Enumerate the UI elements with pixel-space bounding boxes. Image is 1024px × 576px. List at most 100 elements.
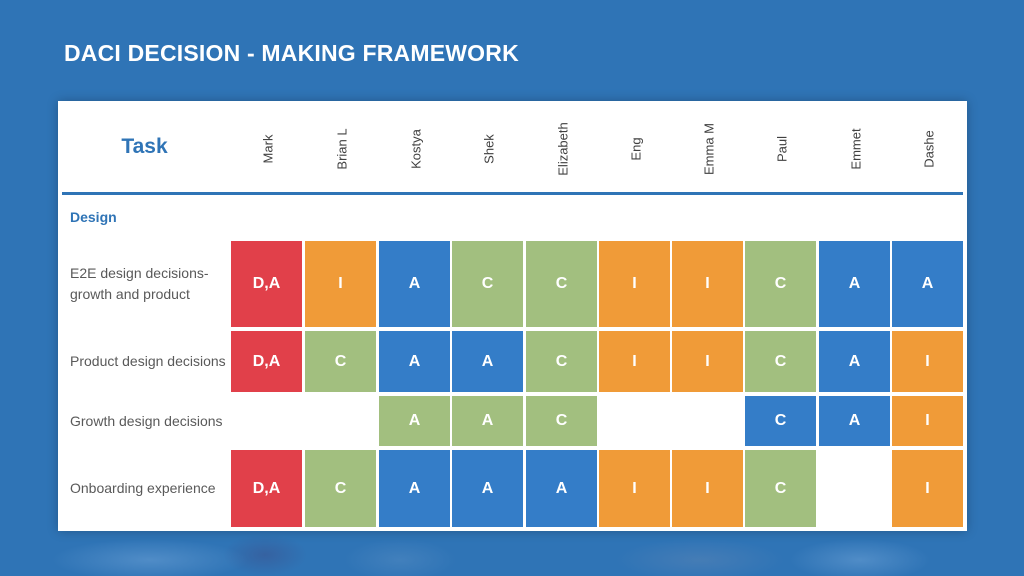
- raci-cell: A: [452, 450, 523, 527]
- person-column-header: Paul: [745, 101, 818, 193]
- raci-cell: I: [599, 241, 670, 327]
- role-label: I: [632, 479, 637, 497]
- role-label: A: [481, 352, 494, 370]
- person-column-header: Emma M: [672, 101, 745, 193]
- role-label: D,A: [252, 275, 281, 292]
- raci-cell: C: [526, 241, 597, 327]
- raci-cell: C: [745, 331, 816, 392]
- role-label: C: [334, 479, 347, 497]
- role-label: I: [338, 275, 343, 292]
- person-column-header: Shek: [452, 101, 525, 193]
- role-label: A: [848, 275, 861, 292]
- raci-cell: I: [305, 241, 376, 327]
- empty-cell: [305, 396, 376, 446]
- raci-cell: A: [379, 331, 450, 392]
- raci-cell: A: [452, 396, 523, 446]
- role-label: A: [848, 412, 861, 429]
- raci-cell: C: [745, 450, 816, 527]
- person-column-header: Elizabeth: [526, 101, 599, 193]
- role-label: C: [774, 479, 787, 497]
- person-column-header: Emmet: [819, 101, 892, 193]
- raci-cell: A: [452, 331, 523, 392]
- role-label: I: [632, 275, 637, 292]
- person-name: Emmet: [848, 128, 863, 170]
- raci-cell: A: [819, 241, 890, 327]
- raci-cell: A: [379, 450, 450, 527]
- role-label: D,A: [252, 352, 281, 370]
- role-label: A: [408, 479, 421, 497]
- person-name: Paul: [774, 135, 789, 163]
- raci-cell: A: [526, 450, 597, 527]
- raci-cell: A: [819, 331, 890, 392]
- role-label: A: [555, 479, 568, 497]
- empty-cell: [231, 396, 302, 446]
- raci-cell: I: [892, 331, 963, 392]
- person-column-header: Mark: [231, 101, 304, 193]
- header-divider: [62, 192, 963, 195]
- person-column-header: Brian L: [305, 101, 378, 193]
- raci-cell: A: [379, 241, 450, 327]
- task-column-header: Task: [121, 135, 168, 158]
- empty-cell: [819, 450, 890, 527]
- role-label: A: [921, 275, 934, 292]
- role-label: A: [848, 352, 861, 370]
- raci-cell: C: [526, 331, 597, 392]
- role-label: A: [408, 412, 421, 429]
- role-label: I: [925, 412, 930, 429]
- role-label: A: [408, 275, 421, 292]
- raci-cell: A: [819, 396, 890, 446]
- raci-cell: D,A: [231, 450, 302, 527]
- raci-cell: I: [599, 331, 670, 392]
- role-label: C: [334, 352, 347, 370]
- role-label: C: [555, 352, 568, 370]
- task-label: Growth design decisions: [70, 412, 223, 429]
- person-name: Mark: [260, 134, 275, 164]
- role-label: C: [774, 412, 787, 429]
- page-title: DACI DECISION - MAKING FRAMEWORK: [64, 40, 519, 66]
- role-label: C: [555, 412, 568, 429]
- raci-cell: D,A: [231, 241, 302, 327]
- person-name: Elizabeth: [555, 122, 570, 176]
- raci-cell: C: [745, 241, 816, 327]
- person-name: Kostya: [408, 129, 423, 169]
- raci-cell: C: [526, 396, 597, 446]
- task-label: Onboarding experience: [70, 480, 216, 496]
- role-label: I: [705, 352, 710, 370]
- person-name: Shek: [481, 134, 496, 164]
- role-label: A: [481, 479, 494, 497]
- person-name: Eng: [628, 137, 643, 161]
- raci-cell: A: [892, 241, 963, 327]
- raci-cell: I: [672, 331, 743, 392]
- person-column-header: Dashe: [892, 101, 965, 193]
- raci-cell: C: [305, 331, 376, 392]
- person-name: Brian L: [334, 128, 349, 170]
- section-label-design: Design: [70, 209, 117, 225]
- role-label: I: [632, 352, 637, 370]
- daci-table: Task Mark Brian L Kostya Shek Elizabeth Eng Em…: [58, 101, 967, 531]
- role-label: I: [705, 275, 710, 292]
- background-blur: [0, 530, 1024, 576]
- raci-cell: C: [452, 241, 523, 327]
- person-name: Emma M: [701, 123, 716, 175]
- raci-cell: D,A: [231, 331, 302, 392]
- raci-cell: I: [892, 396, 963, 446]
- role-label: A: [408, 352, 421, 370]
- role-label: C: [481, 275, 494, 292]
- empty-cell: [599, 396, 670, 446]
- raci-cell: I: [672, 241, 743, 327]
- raci-cell: C: [745, 396, 816, 446]
- person-column-header: Eng: [599, 101, 672, 193]
- raci-cell: I: [672, 450, 743, 527]
- task-label: Product design decisions: [70, 353, 226, 369]
- raci-cell: I: [599, 450, 670, 527]
- raci-cell: A: [379, 396, 450, 446]
- person-name: Dashe: [921, 130, 936, 168]
- role-label: C: [774, 352, 787, 370]
- task-label: E2E design decisions- growth and product: [70, 265, 209, 302]
- role-label: I: [705, 479, 710, 497]
- person-column-header: Kostya: [379, 101, 452, 193]
- role-label: C: [555, 275, 568, 292]
- role-label: D,A: [252, 479, 281, 497]
- raci-cell: C: [305, 450, 376, 527]
- role-label: A: [481, 412, 494, 429]
